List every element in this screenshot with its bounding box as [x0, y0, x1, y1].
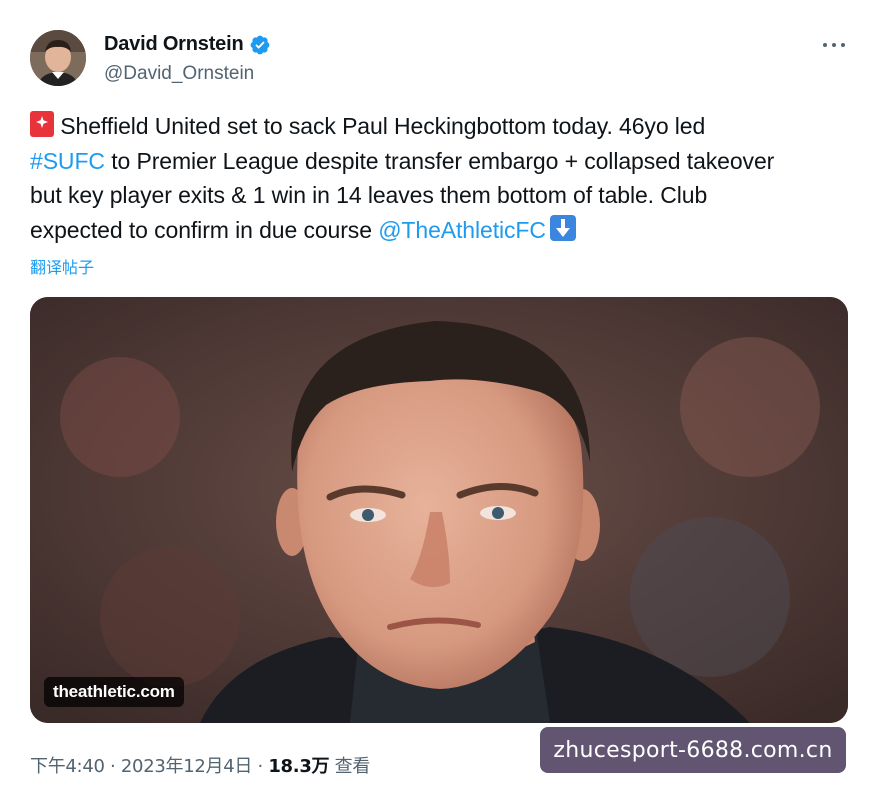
photo-illustration [30, 297, 848, 723]
tweet-time[interactable]: 下午4:40 [30, 756, 105, 777]
media-source-label: theathletic.com [44, 677, 184, 707]
author-info: David Ornstein @David_Ornstein [104, 33, 271, 85]
more-options-icon[interactable] [823, 36, 845, 54]
views-count: 18.3万 [268, 756, 330, 777]
tweet-card: David Ornstein @David_Ornstein Sheffield… [0, 0, 873, 800]
tweet-line-4: expected to confirm in due course @TheAt… [30, 213, 860, 248]
author-display-name[interactable]: David Ornstein [104, 33, 244, 56]
tweet-line-1: Sheffield United set to sack Paul Heckin… [30, 109, 860, 144]
mention-link[interactable]: @TheAthleticFC [378, 217, 546, 243]
views-label: 查看 [329, 756, 371, 777]
translate-post-link[interactable]: 翻译帖子 [30, 254, 94, 278]
verified-badge-icon [251, 35, 270, 54]
tweet-meta: 下午4:40 · 2023年12月4日 · 18.3万 查看 [30, 756, 371, 777]
tweet-line-2: #SUFC to Premier League despite transfer… [30, 147, 775, 174]
tweet-text: Sheffield United set to sack Paul Heckin… [30, 109, 860, 247]
tweet-line-3: but key player exits & 1 win in 14 leave… [30, 182, 708, 208]
watermark-overlay: zhucesport-6688.com.cn [540, 727, 846, 773]
author-avatar[interactable] [30, 30, 86, 86]
tweet-date[interactable]: 2023年12月4日 [121, 756, 252, 777]
author-handle[interactable]: @David_Ornstein [104, 63, 271, 85]
hashtag-link[interactable]: #SUFC [30, 148, 105, 174]
police-siren-icon [30, 111, 54, 137]
down-arrow-icon [549, 214, 576, 241]
tweet-media-photo[interactable]: theathletic.com [30, 297, 848, 723]
